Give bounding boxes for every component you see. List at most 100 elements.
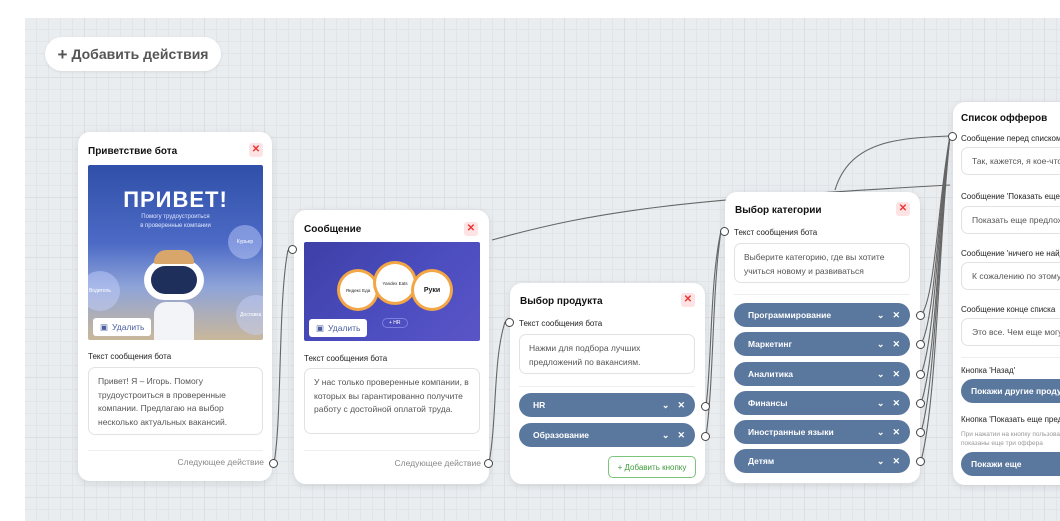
bubble-courier: Курьер: [228, 225, 262, 259]
delete-label: Удалить: [328, 323, 361, 333]
more-hint: показаны еще три оффера: [961, 440, 1043, 447]
option-label: Программирование: [748, 310, 832, 320]
close-node-button[interactable]: ✕: [249, 143, 263, 157]
field-input[interactable]: Так, кажется, я кое-что нашёл: [961, 147, 1060, 175]
option-label: HR: [533, 400, 546, 410]
input-port[interactable]: [505, 318, 514, 327]
add-button[interactable]: + Добавить кнопку: [608, 456, 696, 478]
remove-icon[interactable]: ✕: [892, 398, 900, 409]
output-port[interactable]: [269, 459, 278, 468]
text-label: Текст сообщения бота: [304, 354, 388, 363]
divider: [961, 357, 1060, 358]
option-button[interactable]: Маркетинг ⌄ ✕: [734, 332, 910, 356]
bubble-delivery: Доставка еды: [236, 295, 263, 335]
option-button-hr[interactable]: HR ⌄ ✕: [519, 393, 695, 417]
chevron-down-icon[interactable]: ⌄: [877, 369, 885, 380]
remove-icon[interactable]: ✕: [677, 400, 685, 411]
back-button-text: Покажи другие продукты: [971, 386, 1060, 396]
image-subline: Помогу трудоустроиться: [141, 214, 210, 220]
bubble-text: Водитель: [88, 288, 112, 294]
text-label: Текст сообщения бота: [734, 228, 818, 237]
delete-image-button[interactable]: ▣ Удалить: [93, 318, 152, 336]
more-button[interactable]: Покажи еще: [961, 452, 1060, 476]
chevron-down-icon[interactable]: ⌄: [877, 427, 885, 438]
option-button[interactable]: Аналитика ⌄ ✕: [734, 362, 910, 386]
more-hint: При нажатии на кнопку пользователю будут: [961, 431, 1060, 438]
node-message[interactable]: Сообщение ✕ Яндекс Еда Yandex Eats Руки …: [294, 210, 489, 484]
output-port[interactable]: [484, 459, 493, 468]
text-label: Текст сообщения бота: [519, 319, 603, 328]
input-port[interactable]: [720, 227, 729, 236]
logo-text: Yandex Eats: [382, 280, 408, 286]
close-node-button[interactable]: ✕: [681, 293, 695, 307]
chevron-down-icon[interactable]: ⌄: [877, 310, 885, 321]
node-product[interactable]: Выбор продукта ✕ Текст сообщения бота На…: [510, 283, 705, 484]
output-port[interactable]: [701, 432, 710, 441]
option-label: Детям: [748, 456, 775, 466]
message-image: Яндекс Еда Yandex Eats Руки + HR ▣ Удалит…: [304, 242, 480, 341]
option-button[interactable]: Иностранные языки ⌄ ✕: [734, 420, 910, 444]
chevron-down-icon[interactable]: ⌄: [877, 339, 885, 350]
output-port[interactable]: [916, 457, 925, 466]
close-icon: ✕: [898, 203, 908, 214]
chevron-down-icon[interactable]: ⌄: [662, 430, 670, 441]
add-actions-button[interactable]: + Добавить действия: [45, 37, 221, 71]
bubble-driver: Водитель: [88, 271, 120, 311]
robot-illustration: [144, 250, 204, 300]
field-label: Сообщение 'Показать еще': [961, 192, 1060, 201]
output-port[interactable]: [701, 402, 710, 411]
node-category[interactable]: Выбор категории ✕ Текст сообщения бота В…: [725, 192, 920, 483]
option-label: Маркетинг: [748, 339, 793, 349]
bubble-text: Курьер: [236, 239, 254, 245]
node-greeting[interactable]: Приветствие бота ✕ ПРИВЕТ! Помогу трудоу…: [78, 132, 272, 481]
option-label: Аналитика: [748, 369, 793, 379]
field-input[interactable]: Это все. Чем еще могу помочь?: [961, 318, 1060, 346]
output-port[interactable]: [916, 428, 925, 437]
input-port[interactable]: [948, 132, 957, 141]
close-node-button[interactable]: ✕: [896, 202, 910, 216]
greeting-image: ПРИВЕТ! Помогу трудоустроиться в провере…: [88, 165, 263, 340]
divider: [304, 450, 480, 451]
image-icon: ▣: [316, 322, 325, 333]
remove-icon[interactable]: ✕: [892, 369, 900, 380]
remove-icon[interactable]: ✕: [892, 427, 900, 438]
divider: [88, 450, 263, 451]
remove-icon[interactable]: ✕: [892, 310, 900, 321]
node-offers[interactable]: Список офферов Сообщение перед списком Т…: [953, 102, 1060, 485]
option-button[interactable]: Детям ⌄ ✕: [734, 449, 910, 473]
option-button[interactable]: Программирование ⌄ ✕: [734, 303, 910, 327]
bot-text-field[interactable]: Выберите категорию, где вы хотите учитьс…: [734, 243, 910, 283]
remove-icon[interactable]: ✕: [892, 456, 900, 467]
option-button-education[interactable]: Образование ⌄ ✕: [519, 423, 695, 447]
bot-text-field[interactable]: Нажми для подбора лучших предложений по …: [519, 334, 695, 374]
chevron-down-icon[interactable]: ⌄: [877, 456, 885, 467]
input-port[interactable]: [288, 245, 297, 254]
chevron-down-icon[interactable]: ⌄: [662, 400, 670, 411]
output-port[interactable]: [916, 399, 925, 408]
bubble-text: Доставка еды: [239, 312, 263, 318]
close-icon: ✕: [466, 223, 476, 234]
chevron-down-icon[interactable]: ⌄: [877, 398, 885, 409]
remove-icon[interactable]: ✕: [892, 339, 900, 350]
next-action-label: Следующее действие: [394, 458, 481, 468]
field-label: Сообщение 'ничего не найдено': [961, 249, 1060, 258]
output-port[interactable]: [916, 311, 925, 320]
close-icon: ✕: [251, 144, 261, 155]
field-input[interactable]: Показать еще предложения: [961, 206, 1060, 234]
output-port[interactable]: [916, 340, 925, 349]
close-node-button[interactable]: ✕: [464, 222, 478, 236]
close-icon: ✕: [683, 294, 693, 305]
output-port[interactable]: [916, 370, 925, 379]
logo-bubble: Руки: [414, 272, 450, 308]
bot-text-field[interactable]: У нас только проверенные компании, в кот…: [304, 368, 480, 434]
back-button[interactable]: Покажи другие продукты: [961, 379, 1060, 403]
bot-text-field[interactable]: Привет! Я – Игорь. Помогу трудоустроитьс…: [88, 367, 263, 435]
back-button-label: Кнопка 'Назад': [961, 366, 1016, 375]
delete-image-button[interactable]: ▣ Удалить: [309, 319, 368, 337]
remove-icon[interactable]: ✕: [677, 430, 685, 441]
field-input[interactable]: К сожалению по этому запросу: [961, 262, 1060, 290]
option-button[interactable]: Финансы ⌄ ✕: [734, 391, 910, 415]
logo-text: Яндекс Еда: [345, 287, 371, 293]
plus-icon: +: [57, 44, 68, 64]
option-label: Иностранные языки: [748, 427, 834, 437]
